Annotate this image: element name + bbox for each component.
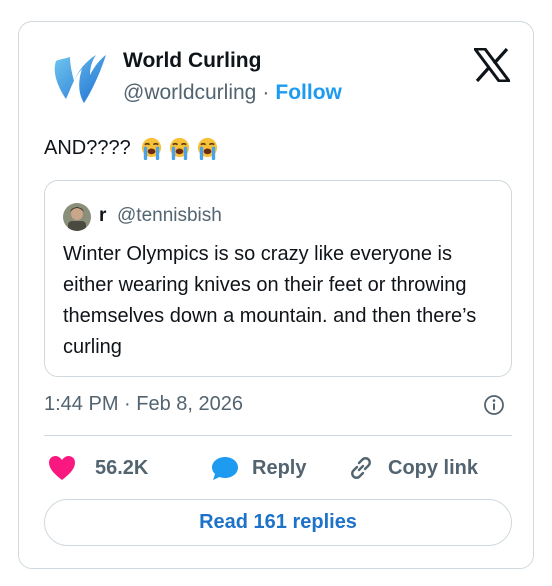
quoted-avatar[interactable] [63,203,91,231]
loudly-crying-face-icon [169,137,189,161]
author-name[interactable]: World Curling [123,49,261,73]
copy-link-label: Copy link [388,456,479,479]
like-count: 56.2K [95,456,149,479]
divider [44,435,512,436]
reply-bubble-icon [212,457,238,480]
emoji-group [139,136,220,161]
loudly-crying-face-icon [141,137,161,161]
tweet-card: World Curling @worldcurling · Follow AND??… [18,21,534,569]
heart-icon [49,456,75,480]
quoted-tweet[interactable]: r @tennisbish Winter Olympics is so craz… [44,180,512,377]
follow-button[interactable]: Follow [275,81,342,104]
quoted-name[interactable]: r [99,205,106,227]
loudly-crying-face-icon [197,137,217,161]
copy-link-button[interactable]: Copy link [346,452,478,484]
tweet-timestamp[interactable]: 1:44 PM · Feb 8, 2026 [44,393,243,416]
action-bar: 56.2K Reply Copy link [44,452,512,484]
reply-label: Reply [252,456,307,479]
read-replies-button[interactable]: Read 161 replies [44,499,512,546]
x-logo-icon[interactable] [472,47,512,83]
tweet-text: AND???? [44,136,220,161]
world-curling-logo[interactable] [48,47,112,111]
read-replies-label: Read 161 replies [199,511,357,533]
tweet-text-content: AND???? [44,137,131,159]
author-handle-line: @worldcurling · Follow [123,81,342,105]
info-icon[interactable] [483,394,505,416]
like-button[interactable]: 56.2K [47,452,148,484]
link-icon [351,457,371,479]
quoted-handle[interactable]: @tennisbish [117,205,222,227]
reply-button[interactable]: Reply [210,452,306,484]
author-handle[interactable]: @worldcurling [123,81,256,104]
quoted-text: Winter Olympics is so crazy like everyon… [63,243,477,358]
separator-dot: · [262,81,270,104]
